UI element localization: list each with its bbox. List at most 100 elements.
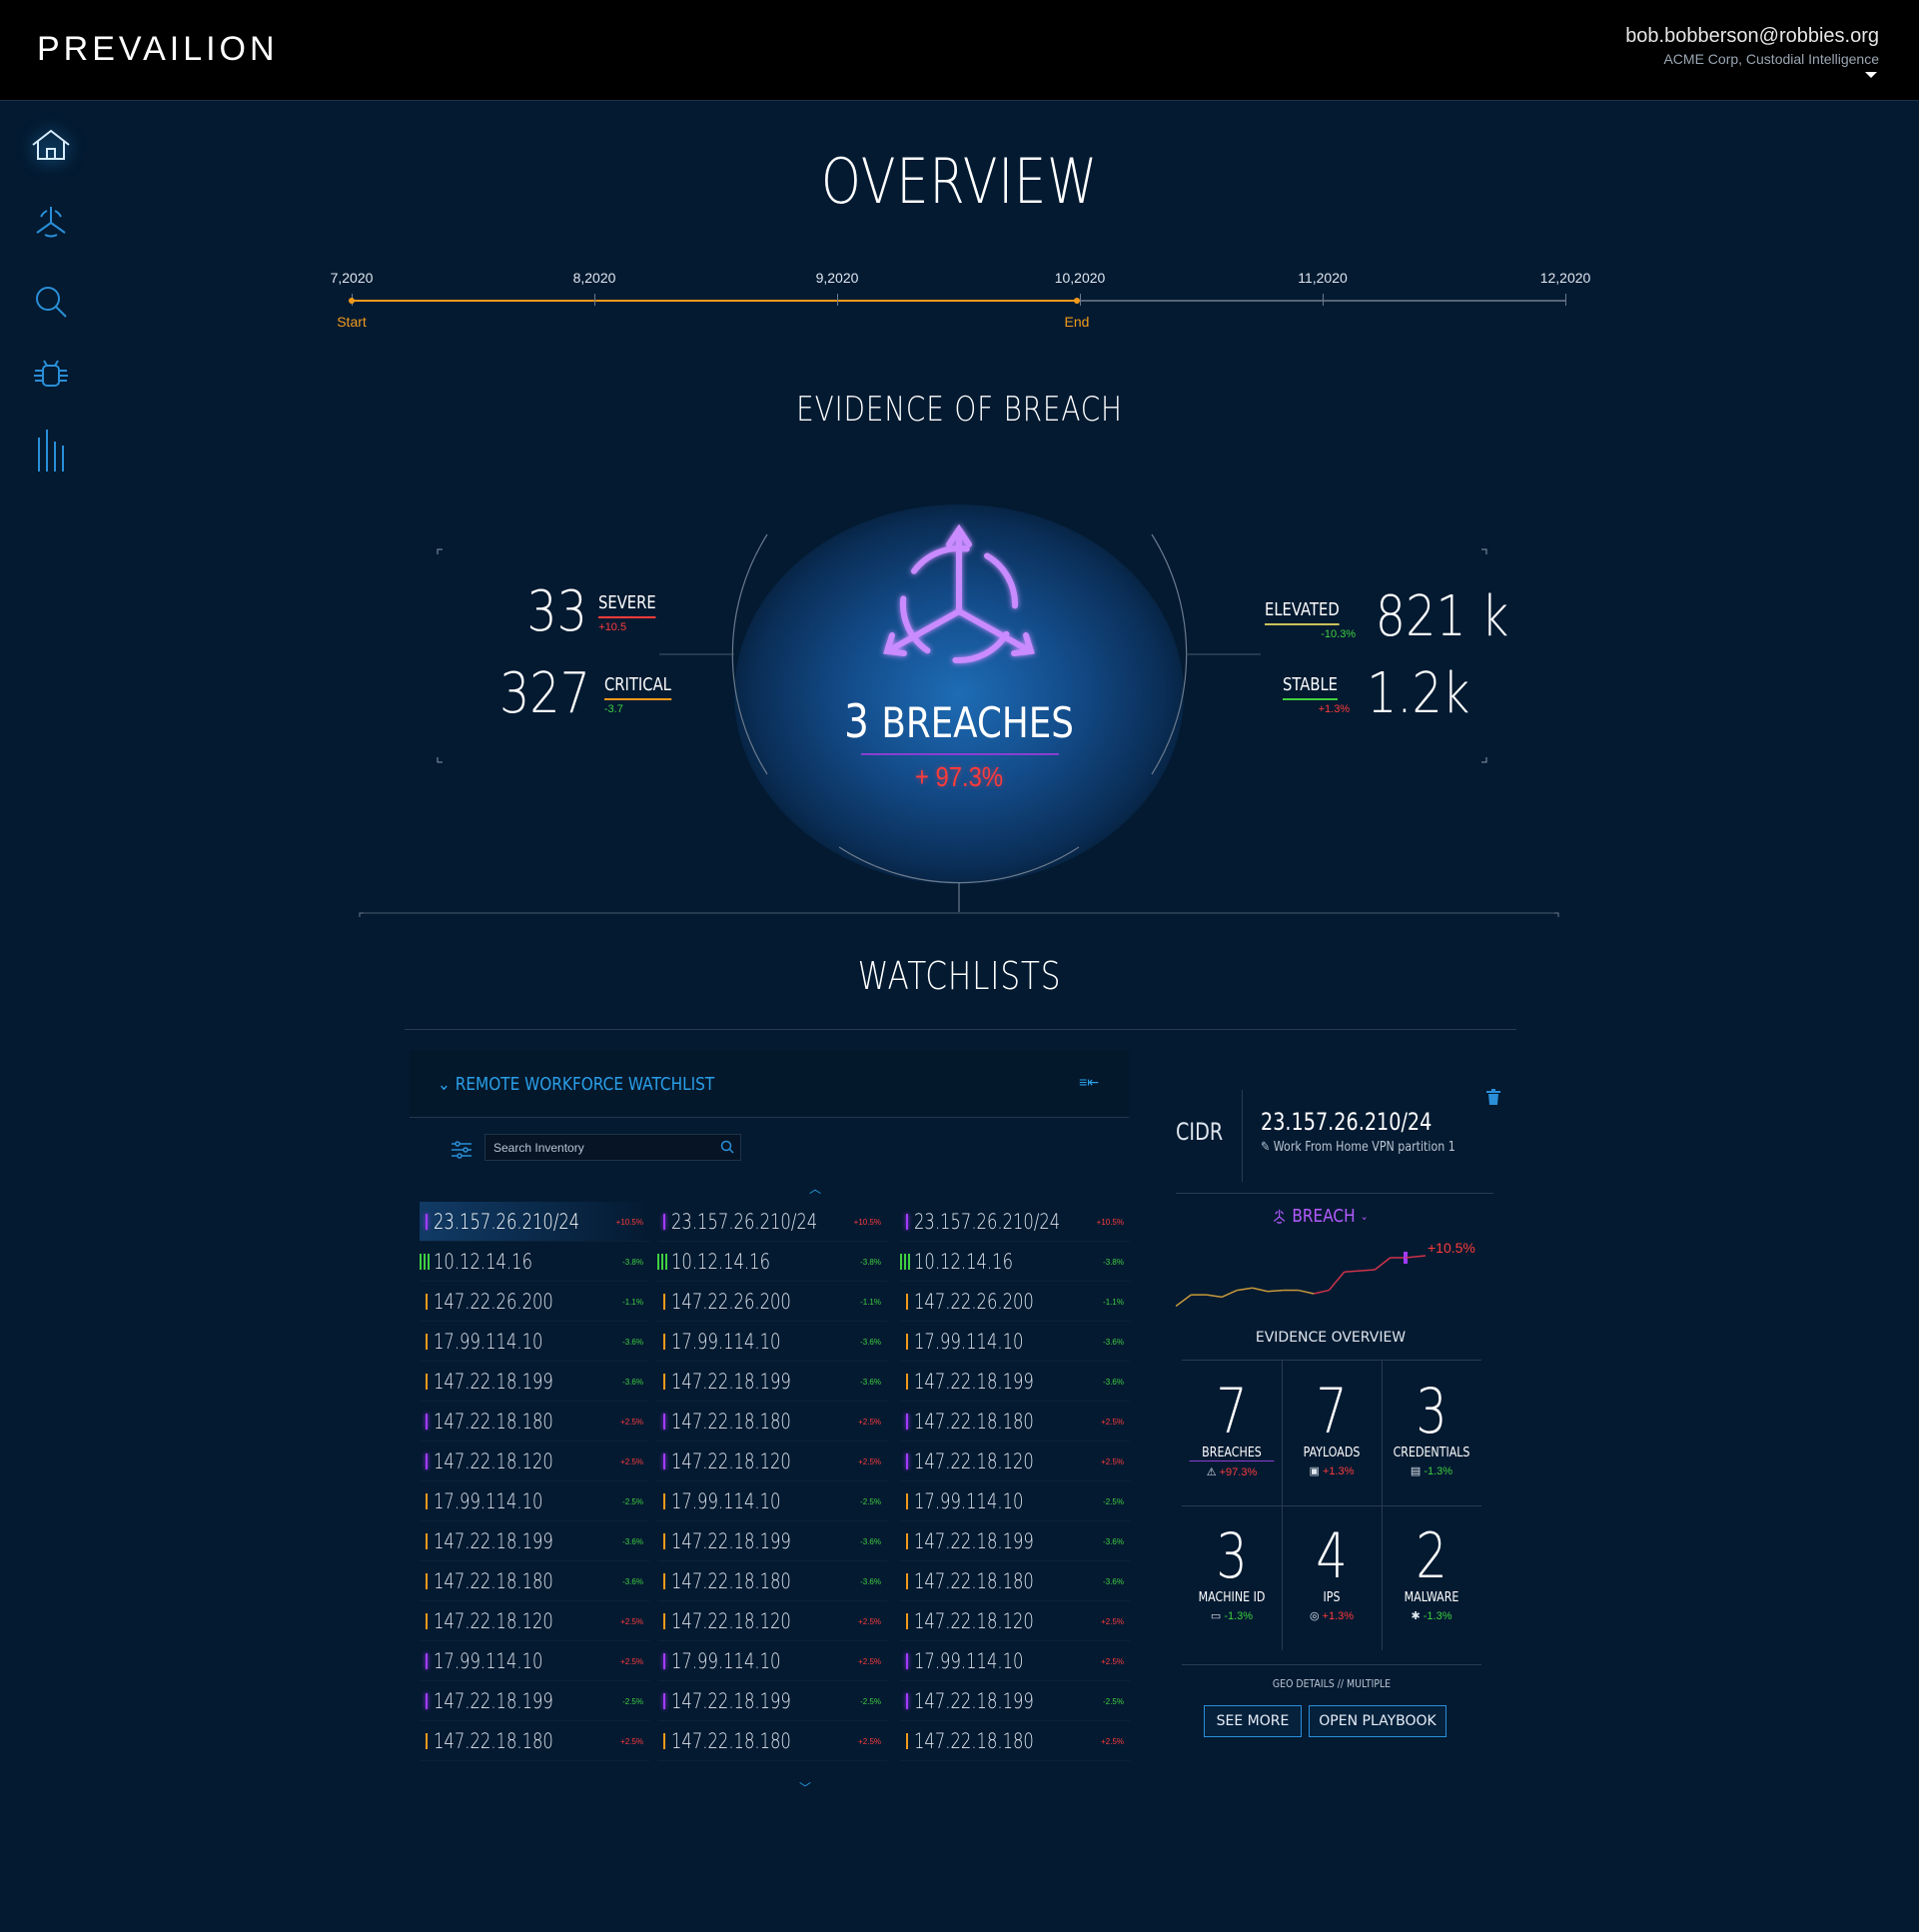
ip-row[interactable]: 17.99.114.10 -2.5% [900,1481,1130,1521]
ip-change: -3.8% [860,1258,881,1267]
geo-details: GEO DETAILS // MULTIPLE [1272,1677,1392,1690]
ip-row[interactable]: 23.157.26.210/24 +10.5% [657,1202,887,1242]
sidebar-item-analytics[interactable] [22,427,80,477]
ip-address: 147.22.18.199 [914,1689,1034,1713]
cidr-value: 23.157.26.210/24 [1261,1108,1433,1136]
ip-row[interactable]: 23.157.26.210/24 +10.5% [900,1202,1130,1242]
timeline[interactable]: 7,2020 8,2020 9,2020 10,2020 11,2020 12,… [331,270,1591,340]
ip-row[interactable]: 147.22.18.199 -3.6% [420,1362,649,1402]
evidence-card-ips[interactable]: 4 IPS ◎ +1.3% [1282,1505,1382,1650]
stat-elevated[interactable]: ELEVATED -10.3% 821 k [1265,589,1520,645]
ip-row[interactable]: 147.22.18.120 +2.5% [900,1442,1130,1481]
ip-row[interactable]: 17.99.114.10 -2.5% [657,1481,887,1521]
ip-row[interactable]: 17.99.114.10 -3.6% [420,1322,649,1362]
sidebar-item-search[interactable] [22,277,80,327]
ip-row[interactable]: 23.157.26.210/24 +10.5% [420,1202,649,1242]
sidebar-item-breach[interactable] [22,198,80,248]
search-icon[interactable] [720,1140,734,1154]
ip-row[interactable]: 147.22.18.199 -2.5% [657,1681,887,1721]
sparkline-segment [1221,1289,1238,1299]
ip-address: 147.22.18.180 [914,1729,1034,1753]
ip-row[interactable]: 147.22.26.200 -1.1% [900,1282,1130,1322]
ip-row[interactable]: 147.22.18.180 +2.5% [900,1721,1130,1761]
status-indicator [426,1374,428,1390]
ip-row[interactable]: 147.22.18.180 +2.5% [657,1402,887,1442]
ip-row[interactable]: 147.22.18.180 +2.5% [420,1402,649,1442]
ip-row[interactable]: 147.22.18.199 -3.6% [420,1521,649,1561]
ip-row[interactable]: 17.99.114.10 -3.6% [657,1322,887,1362]
ip-change: +10.5% [615,1218,643,1227]
breach-count[interactable]: 3 BREACHES [789,694,1129,748]
evidence-card-credentials[interactable]: 3 CREDENTIALS ▤ -1.3% [1382,1361,1481,1505]
status-indicator [906,1573,908,1589]
evidence-card-machine-id[interactable]: 3 MACHINE ID ▭ -1.3% [1182,1505,1282,1650]
filter-icon[interactable] [450,1140,474,1160]
ip-row[interactable]: 147.22.18.120 +2.5% [657,1601,887,1641]
timeline-track[interactable] [1076,300,1565,302]
scroll-down-icon[interactable]: ﹀ [799,1779,811,1796]
ip-row[interactable]: 147.22.26.200 -1.1% [420,1282,649,1322]
ip-row[interactable]: 147.22.18.199 -2.5% [420,1681,649,1721]
cidr-description[interactable]: ✎ Work From Home VPN partition 1 [1261,1140,1455,1155]
ip-row[interactable]: 17.99.114.10 +2.5% [420,1641,649,1681]
stat-severe[interactable]: 33 SEVERE +10.5 [521,584,669,640]
timeline-start-label[interactable]: Start [337,314,367,330]
ip-row[interactable]: 147.22.18.199 -3.6% [657,1521,887,1561]
ip-row[interactable]: 147.22.18.120 +2.5% [900,1601,1130,1641]
ip-row[interactable]: 147.22.18.120 +2.5% [657,1442,887,1481]
timeline-end-label[interactable]: End [1065,314,1090,330]
evidence-card-malware[interactable]: 2 MALWARE ✱ -1.3% [1382,1505,1481,1650]
ip-address: 147.22.18.199 [671,1529,791,1553]
evidence-card-payloads[interactable]: 7 PAYLOADS ▣ +1.3% [1282,1361,1382,1505]
timeline-selected-range[interactable] [352,300,1076,302]
ip-change: +2.5% [858,1737,881,1746]
search-input[interactable] [485,1135,710,1160]
ip-row[interactable]: 17.99.114.10 -2.5% [420,1481,649,1521]
user-email[interactable]: bob.bobberson@robbies.org [1625,25,1879,48]
cidr-label: CIDR [1176,1118,1224,1146]
ip-row[interactable]: 147.22.18.180 +2.5% [657,1721,887,1761]
collapse-panel-icon[interactable]: ≡⇤ [1079,1074,1099,1091]
ip-row[interactable]: 147.22.18.180 -3.6% [900,1561,1130,1601]
ip-row[interactable]: 10.12.14.16 -3.8% [900,1242,1130,1282]
status-indicator [663,1653,665,1669]
evidence-card-breaches[interactable]: 7 BREACHES ⚠ +97.3% [1182,1361,1282,1505]
status-indicator [426,1533,428,1549]
ip-row[interactable]: 17.99.114.10 +2.5% [900,1641,1130,1681]
ip-row[interactable]: 147.22.18.199 -3.6% [900,1362,1130,1402]
watchlist-title[interactable]: ⌄ REMOTE WORKFORCE WATCHLIST [438,1074,714,1095]
breach-count-value: 3 [844,694,869,748]
user-menu-caret-icon[interactable] [1865,72,1877,78]
ip-row[interactable]: 147.22.26.200 -1.1% [657,1282,887,1322]
ip-row[interactable]: 147.22.18.199 -2.5% [900,1681,1130,1721]
timeline-start-handle[interactable] [349,298,355,304]
ip-row[interactable]: 17.99.114.10 +2.5% [657,1641,887,1681]
stat-critical[interactable]: 327 CRITICAL -3.7 [491,666,686,722]
ip-row[interactable]: 147.22.18.180 +2.5% [900,1402,1130,1442]
ip-row[interactable]: 147.22.18.120 +2.5% [420,1601,649,1641]
ip-row[interactable]: 147.22.18.180 +2.5% [420,1721,649,1761]
open-playbook-button[interactable]: OPEN PLAYBOOK [1309,1705,1446,1737]
scroll-up-icon[interactable]: ︿ [809,1180,821,1197]
see-more-button[interactable]: SEE MORE [1204,1705,1302,1737]
ip-row[interactable]: 147.22.18.199 -3.6% [657,1362,887,1402]
sidebar-item-malware[interactable] [22,351,80,401]
ip-row[interactable]: 147.22.18.180 -3.6% [420,1561,649,1601]
ip-change: +2.5% [858,1457,881,1466]
evidence-change-value: +1.3% [1322,1609,1355,1622]
stat-stable[interactable]: STABLE +1.3% 1.2k [1283,666,1479,722]
evidence-change: ◎ +1.3% [1282,1609,1382,1623]
ip-row[interactable]: 147.22.18.180 -3.6% [657,1561,887,1601]
ip-row[interactable]: 147.22.18.199 -3.6% [900,1521,1130,1561]
ip-row[interactable]: 10.12.14.16 -3.8% [420,1242,649,1282]
logo[interactable]: PREVAILION [37,30,279,69]
sidebar-item-home[interactable] [22,120,80,170]
status-indicator [426,1493,428,1509]
trash-icon[interactable] [1485,1088,1501,1106]
ip-row[interactable]: 17.99.114.10 -3.6% [900,1322,1130,1362]
timeline-end-handle[interactable] [1074,298,1080,304]
malware-icon: ✱ [1411,1610,1421,1622]
breach-tag[interactable]: BREACH ⌄ [1272,1206,1369,1227]
ip-row[interactable]: 147.22.18.120 +2.5% [420,1442,649,1481]
ip-row[interactable]: 10.12.14.16 -3.8% [657,1242,887,1282]
